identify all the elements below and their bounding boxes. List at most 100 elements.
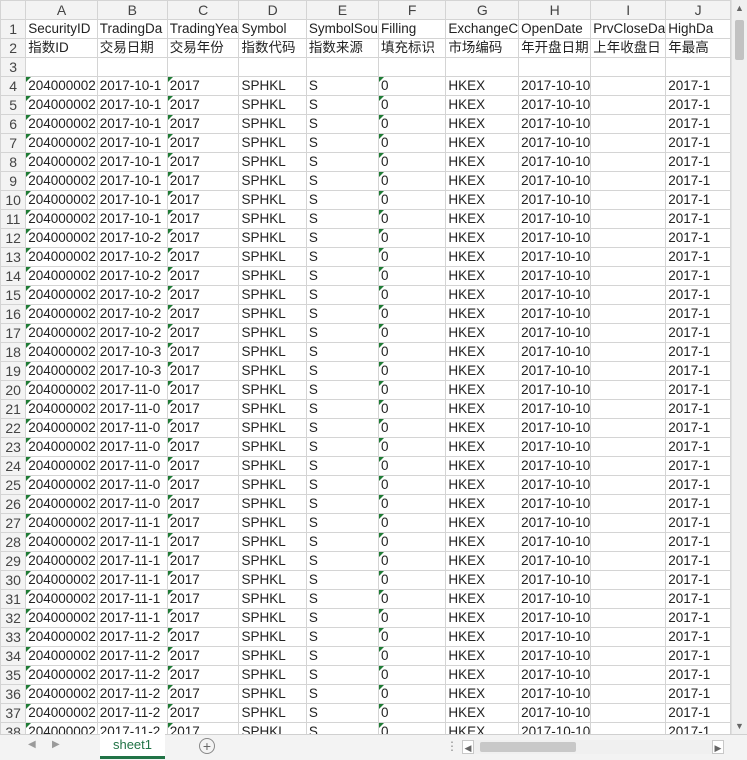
cell[interactable]: 2017-10-10 <box>518 95 592 115</box>
cell[interactable] <box>590 494 667 514</box>
cell[interactable]: Filling <box>377 19 447 39</box>
spreadsheet-grid[interactable]: A B C D E F G H I J 1 SecurityID Trading… <box>0 0 731 734</box>
cell[interactable]: 2017-10-10 <box>518 323 592 343</box>
cell[interactable]: 上年收盘日 <box>590 38 667 58</box>
cell[interactable]: 204000002 <box>25 152 98 172</box>
cell[interactable]: 2017-10-2 <box>96 228 168 248</box>
vertical-scroll-thumb[interactable] <box>735 20 744 60</box>
cell[interactable]: 204000002 <box>25 513 98 533</box>
cell[interactable]: 204000002 <box>25 475 98 495</box>
cell[interactable]: 2017-10-2 <box>96 247 168 267</box>
cell[interactable]: 0 <box>377 684 447 704</box>
cell[interactable]: 2017-11-1 <box>96 532 168 552</box>
cell[interactable]: 2017-10-10 <box>518 722 592 734</box>
cell[interactable]: SPHKL <box>238 570 307 590</box>
cell[interactable]: SPHKL <box>238 152 307 172</box>
cell[interactable]: 市场编码 <box>445 38 520 58</box>
cell[interactable]: 2017-10-10 <box>518 665 592 685</box>
cell[interactable]: 2017-10-2 <box>96 304 168 324</box>
cell[interactable]: 2017-1 <box>665 361 731 381</box>
cell[interactable]: 0 <box>377 266 447 286</box>
cell[interactable]: 2017-10-1 <box>96 133 168 153</box>
cell[interactable]: 2017 <box>166 323 240 343</box>
row-header[interactable]: 21 <box>0 399 27 419</box>
row-header[interactable]: 28 <box>0 532 27 552</box>
cell[interactable]: HKEX <box>445 703 520 723</box>
cell[interactable]: S <box>305 171 379 191</box>
cell[interactable]: 2017-10-2 <box>96 285 168 305</box>
cell[interactable]: 0 <box>377 589 447 609</box>
arrow-right-icon[interactable]: ▶ <box>52 739 60 750</box>
cell[interactable]: S <box>305 247 379 267</box>
cell[interactable] <box>590 437 667 457</box>
cell[interactable]: 2017-10-1 <box>96 209 168 229</box>
cell[interactable]: SPHKL <box>238 95 307 115</box>
more-options-icon[interactable]: ⋮ <box>446 739 458 753</box>
cell[interactable]: 0 <box>377 646 447 666</box>
cell[interactable]: Symbol <box>238 19 307 39</box>
row-header[interactable]: 5 <box>0 95 27 115</box>
cell[interactable]: 204000002 <box>25 228 98 248</box>
cell[interactable]: 2017-1 <box>665 133 731 153</box>
cell[interactable]: SPHKL <box>238 608 307 628</box>
cell[interactable]: 2017 <box>166 722 240 734</box>
cell[interactable]: HKEX <box>445 665 520 685</box>
cell[interactable]: 2017 <box>166 399 240 419</box>
row-header[interactable]: 1 <box>0 19 27 39</box>
cell[interactable]: 2017-1 <box>665 171 731 191</box>
cell[interactable]: 2017-1 <box>665 570 731 590</box>
cell[interactable]: HKEX <box>445 437 520 457</box>
cell[interactable]: 0 <box>377 95 447 115</box>
cell[interactable]: 0 <box>377 114 447 134</box>
cell[interactable]: 2017-10-1 <box>96 95 168 115</box>
column-header-b[interactable]: B <box>96 0 168 20</box>
cell[interactable]: 2017-1 <box>665 114 731 134</box>
cell[interactable]: 204000002 <box>25 570 98 590</box>
cell[interactable]: SPHKL <box>238 209 307 229</box>
cell[interactable]: HKEX <box>445 532 520 552</box>
cell[interactable]: 2017-10-10 <box>518 589 592 609</box>
cell[interactable]: HKEX <box>445 304 520 324</box>
cell[interactable]: S <box>305 665 379 685</box>
cell[interactable] <box>590 247 667 267</box>
cell[interactable]: SPHKL <box>238 380 307 400</box>
cell[interactable] <box>377 57 447 77</box>
cell[interactable]: 0 <box>377 323 447 343</box>
cell[interactable]: 2017 <box>166 703 240 723</box>
cell[interactable]: 204000002 <box>25 589 98 609</box>
column-header-g[interactable]: G <box>445 0 520 20</box>
cell[interactable]: HKEX <box>445 266 520 286</box>
cell[interactable]: 2017-11-0 <box>96 418 168 438</box>
cell[interactable]: 204000002 <box>25 418 98 438</box>
cell[interactable]: 0 <box>377 551 447 571</box>
cell[interactable]: HKEX <box>445 418 520 438</box>
cell[interactable]: S <box>305 646 379 666</box>
cell[interactable]: HKEX <box>445 171 520 191</box>
row-header[interactable]: 33 <box>0 627 27 647</box>
cell[interactable]: 2017-10-10 <box>518 114 592 134</box>
cell[interactable]: S <box>305 513 379 533</box>
cell[interactable]: 0 <box>377 570 447 590</box>
cell[interactable]: 2017-10-10 <box>518 133 592 153</box>
cell[interactable]: S <box>305 551 379 571</box>
cell[interactable]: 204000002 <box>25 684 98 704</box>
row-header[interactable]: 37 <box>0 703 27 723</box>
column-header-e[interactable]: E <box>305 0 379 20</box>
cell[interactable]: 指数代码 <box>238 38 307 58</box>
arrow-left-icon[interactable]: ◀ <box>462 740 474 754</box>
cell[interactable]: S <box>305 475 379 495</box>
cell[interactable]: S <box>305 323 379 343</box>
cell[interactable]: 2017-10-10 <box>518 684 592 704</box>
cell[interactable] <box>590 304 667 324</box>
cell[interactable] <box>590 95 667 115</box>
cell[interactable]: 2017-10-10 <box>518 209 592 229</box>
cell[interactable]: 2017-11-0 <box>96 456 168 476</box>
cell[interactable]: 2017-10-3 <box>96 361 168 381</box>
cell[interactable]: 2017 <box>166 95 240 115</box>
cell[interactable] <box>590 190 667 210</box>
column-header-h[interactable]: H <box>518 0 592 20</box>
cell[interactable]: HKEX <box>445 646 520 666</box>
cell[interactable]: 2017-10-1 <box>96 76 168 96</box>
cell[interactable]: S <box>305 95 379 115</box>
cell[interactable]: S <box>305 418 379 438</box>
